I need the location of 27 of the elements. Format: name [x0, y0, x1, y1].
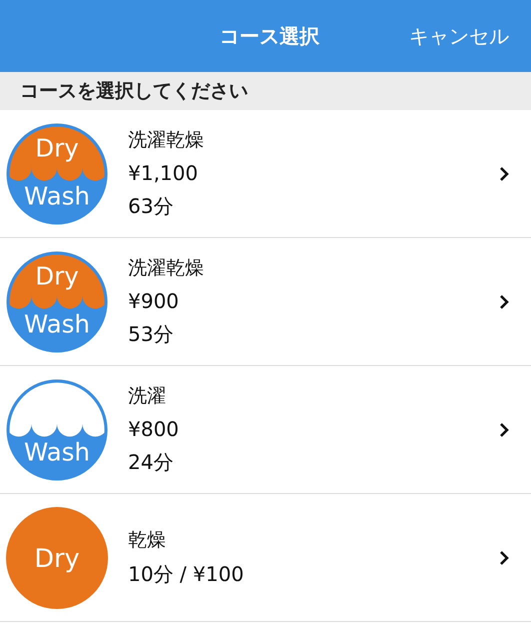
course-name: 洗濯乾燥	[128, 128, 205, 153]
chevron-icon	[499, 550, 509, 566]
course-detail: 63分	[128, 193, 174, 220]
course-name: 洗濯乾燥	[128, 256, 205, 281]
course-detail: ¥900	[128, 289, 180, 313]
chevron-icon	[499, 422, 509, 438]
course-detail: 24分	[128, 449, 174, 476]
icon-label: Dry	[35, 261, 79, 290]
course-name: 乾燥	[128, 528, 167, 553]
course-row[interactable]: Dry Wash 洗濯乾燥 ¥1,100 63分	[0, 110, 531, 238]
icon-label: Dry	[35, 133, 79, 162]
section-header: コースを選択してください	[0, 72, 531, 110]
course-row[interactable]: Dry 乾燥 10分 / ¥100	[0, 494, 531, 622]
chevron-icon	[499, 166, 509, 182]
course-detail: ¥1,100	[128, 161, 199, 185]
icon-label: Wash	[24, 181, 90, 210]
course-name: 洗濯	[128, 384, 167, 409]
icon-label: Wash	[24, 437, 90, 466]
course-detail: 53分	[128, 321, 174, 348]
course-row[interactable]: Wash 洗濯 ¥800 24分	[0, 366, 531, 494]
icon-label: Dry	[34, 544, 80, 574]
chevron-icon	[499, 294, 509, 310]
course-detail: 10分 / ¥100	[128, 561, 245, 588]
course-row[interactable]: Dry Wash 洗濯乾燥 ¥900 53分	[0, 238, 531, 366]
course-detail: ¥800	[128, 417, 180, 441]
icon-label: Wash	[24, 309, 90, 338]
screen-title: コース選択	[220, 22, 320, 50]
